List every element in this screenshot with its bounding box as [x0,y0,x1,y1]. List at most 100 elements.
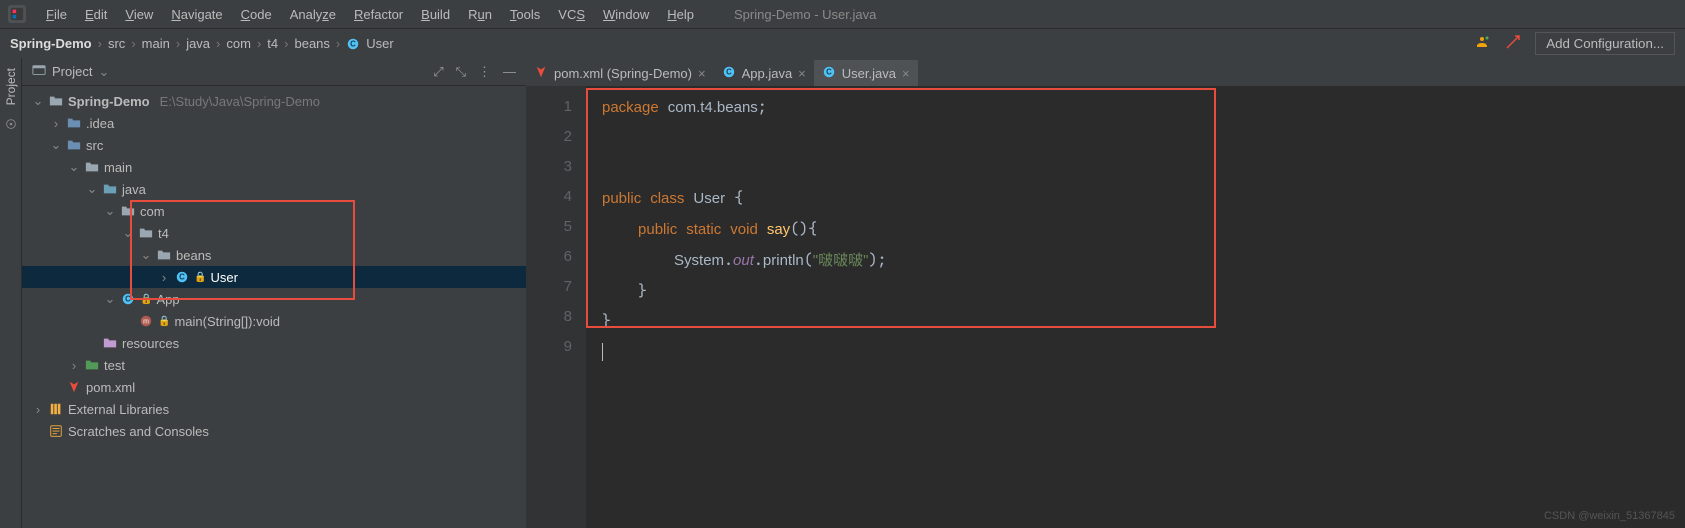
expand-icon[interactable]: ⤢ [433,64,443,80]
sidebar-title: Project [52,64,92,79]
package-icon [138,226,154,240]
project-view-icon [32,63,46,80]
chevron-down-icon: ⌄ [104,203,116,219]
svg-text:C: C [726,67,732,76]
menu-vcs[interactable]: VCS [550,4,593,25]
menu-tools[interactable]: Tools [502,4,548,25]
crumb-main[interactable]: main [142,36,170,51]
folder-icon [84,160,100,174]
annotation-box-code [586,88,1216,328]
menu-code[interactable]: Code [233,4,280,25]
svg-text:C: C [826,67,832,76]
collapse-icon[interactable]: ⤡ [456,64,466,80]
menu-navigate[interactable]: Navigate [163,4,230,25]
breadcrumb: Spring-Demo› src› main› java› com› t4› b… [10,36,394,51]
close-icon[interactable]: × [902,66,910,81]
package-icon [120,204,136,218]
crumb-src[interactable]: src [108,36,125,51]
left-tool-gutter: Project [0,58,22,528]
tree-pom[interactable]: pom.xml [22,376,526,398]
crumb-beans[interactable]: beans [294,36,329,51]
tree-resources[interactable]: resources [22,332,526,354]
resources-folder-icon [102,336,118,350]
tree-user-class[interactable]: ›C🔒User [22,266,526,288]
editor-tabs: pom.xml (Spring-Demo) × C App.java × C U… [526,58,1685,86]
tree-idea[interactable]: ›.idea [22,112,526,134]
menu-edit[interactable]: Edit [77,4,115,25]
maven-icon [66,380,82,394]
crumb-java[interactable]: java [186,36,210,51]
tree-t4[interactable]: ⌄t4 [22,222,526,244]
menu-refactor[interactable]: Refactor [346,4,411,25]
chevron-down-icon: ⌄ [32,93,44,109]
hide-icon[interactable]: — [503,64,516,80]
tree-scratches[interactable]: Scratches and Consoles [22,420,526,442]
crumb-user[interactable]: User [366,36,393,51]
caret [602,343,603,361]
svg-text:m: m [143,319,149,326]
chevron-right-icon: › [32,402,44,417]
build-icon[interactable] [1505,34,1521,53]
method-icon: m [138,314,154,328]
tree-main[interactable]: ⌄main [22,156,526,178]
chevron-right-icon: › [158,270,170,285]
menu-window[interactable]: Window [595,4,657,25]
tree-com[interactable]: ⌄com [22,200,526,222]
close-icon[interactable]: × [698,66,706,81]
chevron-right-icon: › [68,358,80,373]
lock-icon: 🔒 [194,272,206,283]
crumb-project[interactable]: Spring-Demo [10,36,92,51]
line-gutter: 123456789 [526,86,586,528]
tab-app[interactable]: C App.java × [714,60,814,86]
tree-app-class[interactable]: ⌄C🔒App [22,288,526,310]
menu-file[interactable]: File [38,4,75,25]
folder-icon [66,116,82,130]
menu-help[interactable]: Help [659,4,702,25]
tree-app-main-method[interactable]: m🔒main(String[]):void [22,310,526,332]
menu-view[interactable]: View [117,4,161,25]
class-icon: C [822,65,836,82]
tree-root[interactable]: ⌄ Spring-Demo E:\Study\Java\Spring-Demo [22,90,526,112]
class-icon: C [174,270,190,284]
tab-pom[interactable]: pom.xml (Spring-Demo) × [526,60,714,86]
folder-icon [66,138,82,152]
tree-src[interactable]: ⌄src [22,134,526,156]
add-configuration-button[interactable]: Add Configuration... [1535,32,1675,55]
menu-analyze[interactable]: Analyze [282,4,344,25]
close-icon[interactable]: × [798,66,806,81]
scratch-icon [48,424,64,438]
package-icon [156,248,172,262]
chevron-down-icon: ⌄ [68,159,80,175]
svg-text:C: C [125,295,131,304]
chevron-right-icon: › [50,116,62,131]
chevron-down-icon[interactable]: ⌄ [98,64,109,80]
code-with-me-icon[interactable] [1475,34,1491,53]
maven-icon [534,65,548,82]
code-editor[interactable]: package com.t4.beans; public class User … [586,86,1685,528]
chevron-down-icon: ⌄ [50,137,62,153]
tree-test[interactable]: ›test [22,354,526,376]
project-folder-icon [48,94,64,108]
tab-user[interactable]: C User.java × [814,60,918,86]
svg-text:C: C [350,39,356,48]
tree-external-libs[interactable]: ›External Libraries [22,398,526,420]
tree-beans[interactable]: ⌄beans [22,244,526,266]
menu-run[interactable]: Run [460,4,500,25]
tool-project-tab[interactable]: Project [2,64,20,109]
breadcrumb-bar: Spring-Demo› src› main› java› com› t4› b… [0,28,1685,58]
crumb-t4[interactable]: t4 [267,36,278,51]
library-icon [48,402,64,416]
menu-bar: File Edit View Navigate Code Analyze Ref… [0,0,1685,28]
source-folder-icon [102,182,118,196]
menu-build[interactable]: Build [413,4,458,25]
class-icon: C [722,65,736,82]
crumb-com[interactable]: com [226,36,251,51]
chevron-down-icon: ⌄ [140,247,152,263]
structure-icon[interactable] [4,117,18,134]
lock-icon: 🔒 [158,316,170,327]
more-icon[interactable]: ⋮ [478,64,491,80]
tree-java[interactable]: ⌄java [22,178,526,200]
class-icon: C [120,292,136,306]
window-title: Spring-Demo - User.java [734,7,876,22]
project-sidebar: Project ⌄ ⤢ ⤡ ⋮ — ⌄ Spring-Demo E:\Study… [22,58,526,528]
